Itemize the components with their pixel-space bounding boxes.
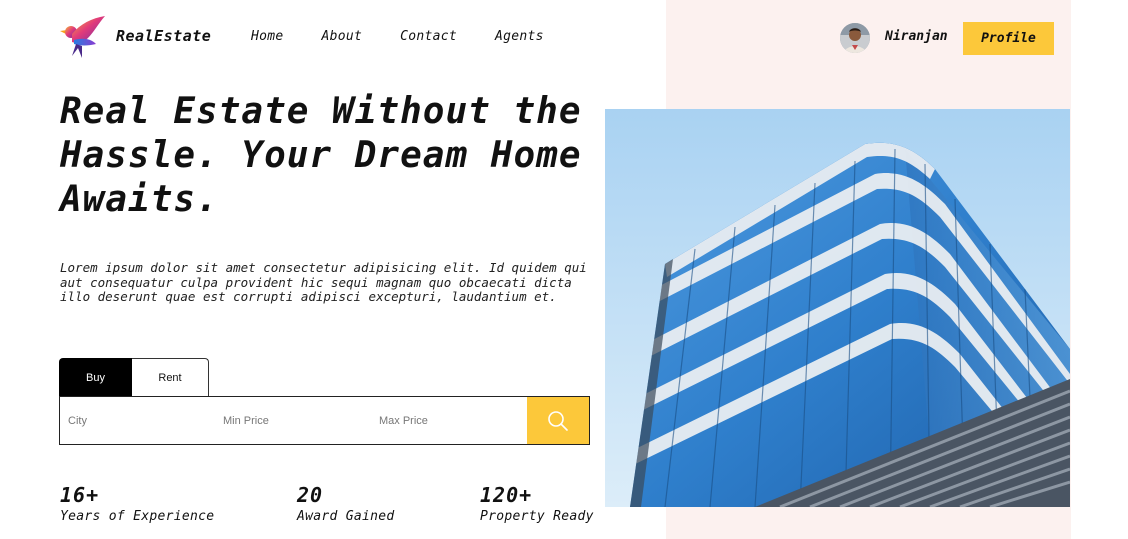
- stat-label: Years of Experience: [60, 509, 215, 524]
- hero-building-image: [605, 109, 1070, 507]
- nav-link-agents[interactable]: Agents: [495, 29, 544, 44]
- stat-experience: 16+ Years of Experience: [60, 483, 214, 524]
- glass-building-image: [605, 109, 1070, 507]
- nav-link-contact[interactable]: Contact: [400, 29, 457, 44]
- stat-value: 20: [297, 483, 324, 507]
- tab-rent[interactable]: Rent: [132, 358, 209, 397]
- stat-value: 16+: [60, 483, 100, 507]
- hero-description: Lorem ipsum dolor sit amet consectetur a…: [60, 260, 587, 304]
- brand-name[interactable]: RealEstate: [116, 27, 211, 45]
- stat-awards: 20 Award Gained: [297, 483, 395, 524]
- hero-headline: Real Estate Without the Hassle. Your Dre…: [60, 91, 582, 220]
- listing-type-tabs: Buy Rent: [59, 358, 209, 397]
- property-search-bar: [59, 396, 590, 445]
- profile-button[interactable]: Profile: [963, 22, 1054, 55]
- main-nav: Home About Contact Agents: [251, 29, 582, 44]
- avatar-photo-icon: [840, 23, 870, 53]
- nav-link-about[interactable]: About: [322, 29, 363, 44]
- min-price-input[interactable]: [223, 397, 363, 444]
- city-input[interactable]: [68, 397, 208, 444]
- user-name: Niranjan: [885, 29, 948, 44]
- nav-link-home[interactable]: Home: [251, 29, 284, 44]
- bird-logo-icon: [60, 16, 105, 58]
- stat-properties: 120+ Property Ready: [480, 483, 594, 524]
- user-avatar[interactable]: [840, 23, 870, 53]
- stat-value: 120+: [480, 483, 533, 507]
- brand-logo[interactable]: [58, 14, 108, 60]
- stat-label: Property Ready: [480, 509, 594, 524]
- stat-label: Award Gained: [297, 509, 395, 524]
- search-icon: [548, 410, 568, 431]
- search-button[interactable]: [527, 397, 589, 444]
- max-price-input[interactable]: [379, 397, 519, 444]
- tab-buy[interactable]: Buy: [59, 358, 132, 397]
